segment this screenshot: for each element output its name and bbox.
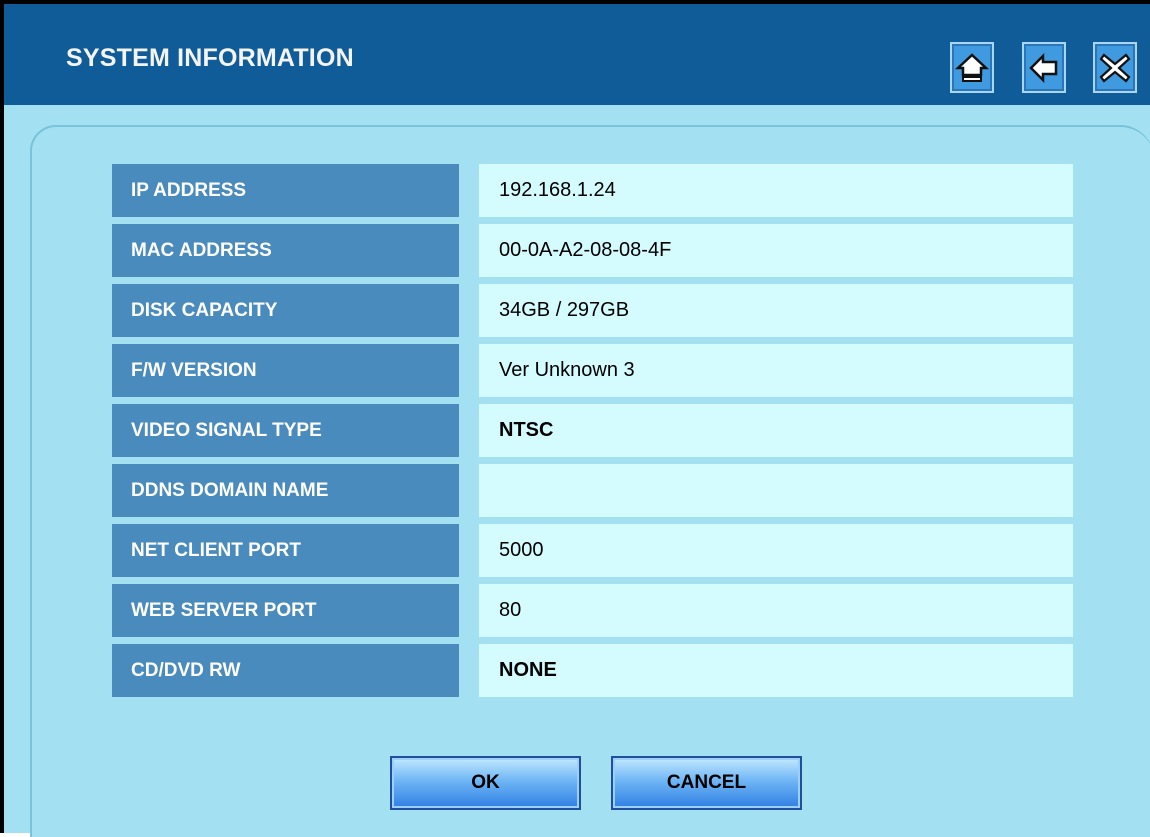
info-value: 00-0A-A2-08-08-4F	[479, 224, 1073, 277]
window-title: SYSTEM INFORMATION	[66, 44, 354, 72]
info-value: 5000	[479, 524, 1073, 577]
info-row-web-server-port: WEB SERVER PORT 80	[112, 584, 1073, 637]
info-row-ip-address: IP ADDRESS 192.168.1.24	[112, 164, 1073, 217]
info-value: NTSC	[479, 404, 1073, 457]
info-row-mac-address: MAC ADDRESS 00-0A-A2-08-08-4F	[112, 224, 1073, 277]
cancel-button[interactable]: CANCEL	[611, 756, 802, 810]
close-button[interactable]	[1093, 42, 1137, 93]
info-value: 34GB / 297GB	[479, 284, 1073, 337]
info-label: F/W VERSION	[112, 344, 459, 397]
info-row-cd-dvd-rw: CD/DVD RW NONE	[112, 644, 1073, 697]
info-row-fw-version: F/W VERSION Ver Unknown 3	[112, 344, 1073, 397]
info-row-ddns-domain-name: DDNS DOMAIN NAME	[112, 464, 1073, 517]
info-label: DDNS DOMAIN NAME	[112, 464, 459, 517]
info-value	[479, 464, 1073, 517]
info-row-video-signal-type: VIDEO SIGNAL TYPE NTSC	[112, 404, 1073, 457]
title-bar: SYSTEM INFORMATION	[4, 4, 1150, 105]
info-row-net-client-port: NET CLIENT PORT 5000	[112, 524, 1073, 577]
info-value: NONE	[479, 644, 1073, 697]
info-label: IP ADDRESS	[112, 164, 459, 217]
info-value: 80	[479, 584, 1073, 637]
info-label: VIDEO SIGNAL TYPE	[112, 404, 459, 457]
info-label: WEB SERVER PORT	[112, 584, 459, 637]
ok-button[interactable]: OK	[390, 756, 581, 810]
info-label: MAC ADDRESS	[112, 224, 459, 277]
info-value: Ver Unknown 3	[479, 344, 1073, 397]
close-icon	[1099, 52, 1131, 83]
system-information-window: SYSTEM INFORMATION IP ADDRESS 192.168.1.…	[0, 0, 1150, 837]
home-icon	[955, 52, 989, 82]
info-label: DISK CAPACITY	[112, 284, 459, 337]
info-row-disk-capacity: DISK CAPACITY 34GB / 297GB	[112, 284, 1073, 337]
info-label: CD/DVD RW	[112, 644, 459, 697]
info-label: NET CLIENT PORT	[112, 524, 459, 577]
home-button[interactable]	[950, 42, 994, 93]
back-button[interactable]	[1022, 42, 1066, 93]
info-value: 192.168.1.24	[479, 164, 1073, 217]
back-arrow-icon	[1029, 52, 1058, 83]
